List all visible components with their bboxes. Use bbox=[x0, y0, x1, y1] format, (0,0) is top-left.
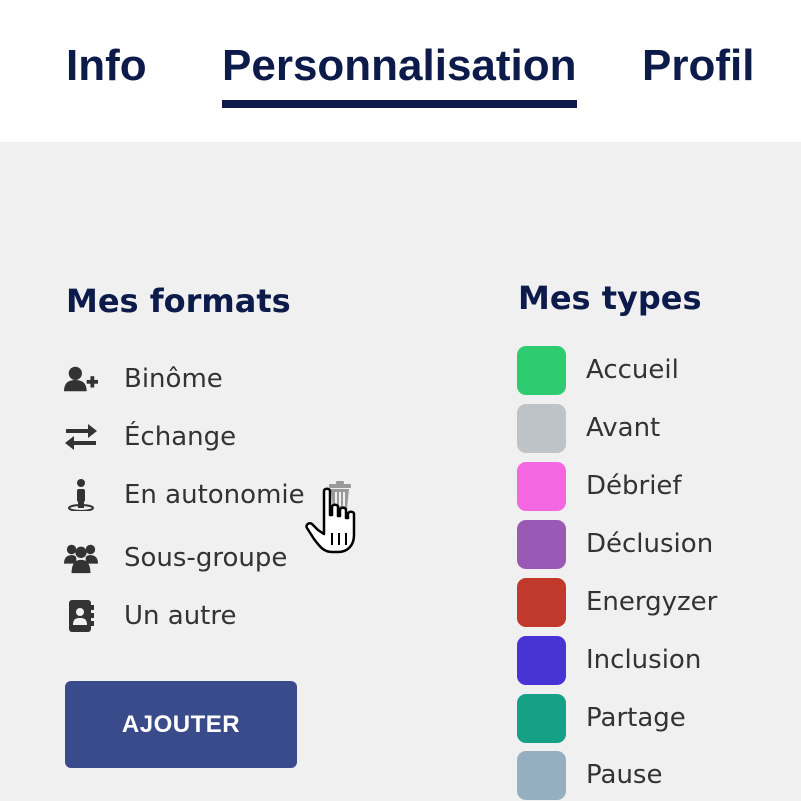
type-item-accueil[interactable]: Accueil bbox=[517, 345, 801, 395]
color-swatch bbox=[517, 577, 566, 627]
type-item-declusion[interactable]: Déclusion bbox=[517, 519, 801, 569]
format-item-binome[interactable]: Binôme bbox=[64, 359, 364, 399]
color-swatch bbox=[517, 693, 566, 743]
tab-info[interactable]: Info bbox=[66, 38, 147, 94]
tab-personnalisation[interactable]: Personnalisation bbox=[222, 38, 577, 108]
color-swatch bbox=[517, 461, 566, 511]
format-label: Sous-groupe bbox=[124, 543, 288, 573]
format-item-echange[interactable]: Échange bbox=[64, 417, 364, 457]
format-item-en-autonomie[interactable]: En autonomie bbox=[64, 475, 364, 515]
type-label: Accueil bbox=[586, 355, 679, 385]
contact-book-icon bbox=[64, 599, 98, 633]
type-item-energyzer[interactable]: Energyzer bbox=[517, 577, 801, 627]
exchange-arrows-icon bbox=[64, 420, 98, 454]
add-button[interactable]: AJOUTER bbox=[65, 681, 297, 768]
type-item-partage[interactable]: Partage bbox=[517, 693, 801, 743]
trash-icon[interactable] bbox=[328, 481, 352, 509]
format-label: Binôme bbox=[124, 364, 223, 394]
type-label: Pause bbox=[586, 760, 663, 790]
type-label: Inclusion bbox=[586, 645, 702, 675]
type-label: Déclusion bbox=[586, 529, 714, 559]
type-item-avant[interactable]: Avant bbox=[517, 403, 801, 453]
group-icon bbox=[64, 541, 98, 575]
formats-section-title: Mes formats bbox=[66, 282, 291, 320]
active-tab-underline bbox=[222, 100, 577, 108]
type-item-inclusion[interactable]: Inclusion bbox=[517, 635, 801, 685]
user-plus-icon bbox=[64, 362, 98, 396]
type-label: Débrief bbox=[586, 471, 682, 501]
type-label: Energyzer bbox=[586, 587, 718, 617]
type-label: Avant bbox=[586, 413, 661, 443]
format-label: Échange bbox=[124, 422, 237, 452]
type-item-pause[interactable]: Pause bbox=[517, 750, 801, 800]
color-swatch bbox=[517, 345, 566, 395]
color-swatch bbox=[517, 635, 566, 685]
tab-info-label: Info bbox=[66, 41, 147, 90]
tab-profil[interactable]: Profil bbox=[642, 38, 754, 94]
format-item-un-autre[interactable]: Un autre bbox=[64, 596, 364, 636]
type-item-debrief[interactable]: Débrief bbox=[517, 461, 801, 511]
standing-person-icon bbox=[64, 478, 98, 512]
type-label: Partage bbox=[586, 703, 686, 733]
types-section-title: Mes types bbox=[518, 279, 702, 317]
color-swatch bbox=[517, 750, 566, 800]
format-item-sous-groupe[interactable]: Sous-groupe bbox=[64, 538, 364, 578]
color-swatch bbox=[517, 519, 566, 569]
tab-bar: Info Personnalisation Profil bbox=[0, 0, 801, 142]
color-swatch bbox=[517, 403, 566, 453]
tab-personnalisation-label: Personnalisation bbox=[222, 41, 577, 90]
tab-profil-label: Profil bbox=[642, 41, 755, 90]
format-label: En autonomie bbox=[124, 480, 305, 510]
format-label: Un autre bbox=[124, 601, 237, 631]
